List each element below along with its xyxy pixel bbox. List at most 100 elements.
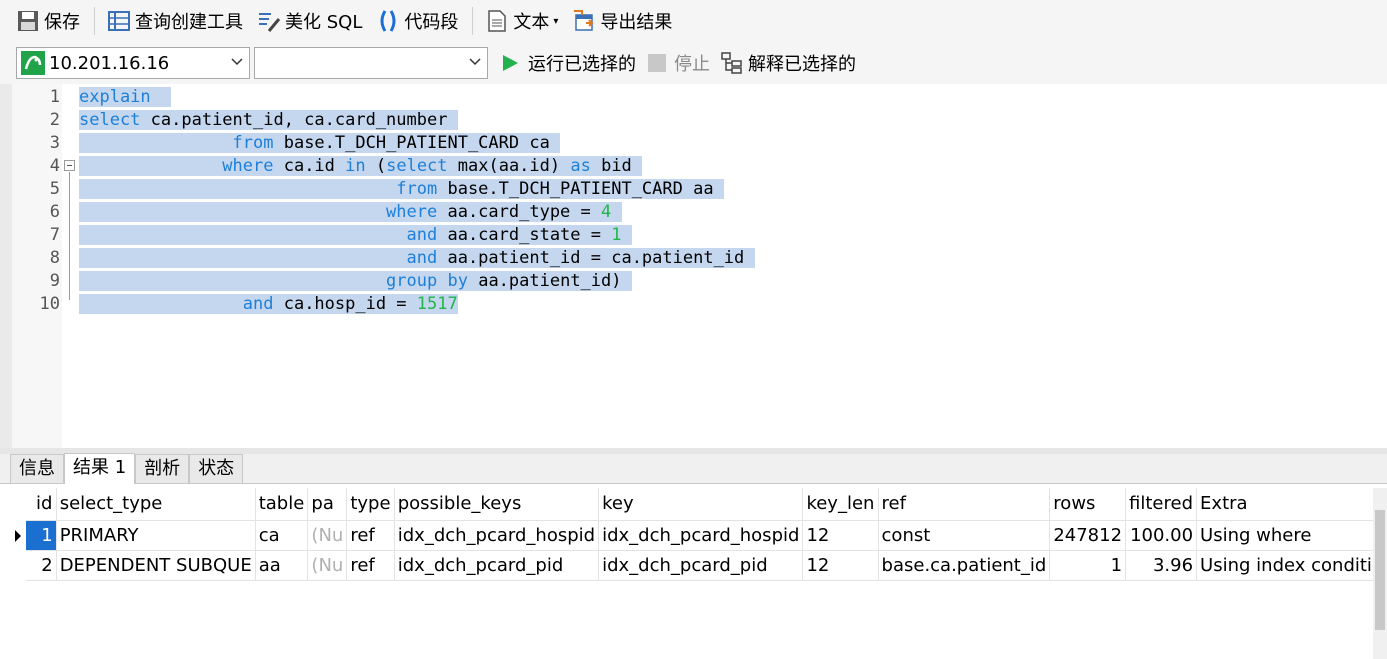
grid-cell[interactable]: const [878, 520, 1051, 551]
sql-keyword: and [242, 294, 274, 314]
grid-cell[interactable]: 12 [802, 550, 879, 581]
column-header[interactable]: type [346, 488, 395, 521]
stop-label: 停止 [674, 54, 710, 75]
tab-result-1[interactable]: 结果 1 [64, 453, 136, 484]
sql-text: max(aa.id) [447, 156, 571, 176]
table-row[interactable]: 2 DEPENDENT SUBQUE aa (Nu ref idx_dch_pc… [9, 550, 1387, 581]
connection-toolbar: 10.201.16.16 运行已选择的 停止 解释已选择的 [0, 42, 1387, 84]
code-line[interactable]: from base.T_DCH_PATIENT_CARD aa [79, 178, 724, 201]
code-line[interactable]: where aa.card_type = 4 [79, 201, 622, 224]
scrollbar-thumb[interactable] [1375, 510, 1385, 630]
export-results-label: 导出结果 [600, 12, 673, 33]
code-snippet-button[interactable]: 代码段 [372, 4, 462, 38]
grid-cell[interactable]: ref [346, 520, 395, 551]
save-icon [16, 9, 40, 33]
export-results-button[interactable]: 导出结果 [568, 4, 676, 38]
selected-text: from base.T_DCH_PATIENT_CARD aa [79, 179, 724, 199]
tab-info[interactable]: 信息 [10, 454, 64, 483]
fold-guide-line [69, 172, 70, 300]
sql-text: aa.card_state = [437, 225, 612, 245]
column-header[interactable]: possible_keys [394, 488, 600, 521]
grid-cell[interactable]: aa [255, 550, 309, 581]
toolbar-separator [94, 7, 95, 35]
code-line[interactable]: explain [79, 86, 172, 109]
magic-wand-icon [257, 9, 281, 33]
code-line[interactable]: and aa.card_state = 1 [79, 224, 632, 247]
run-selected-button[interactable]: 运行已选择的 [500, 47, 636, 79]
column-header[interactable]: table [255, 488, 309, 521]
sql-editor[interactable]: 1 2 3 4 5 6 7 8 9 10 explain select ca.p… [0, 84, 1387, 448]
grid-cell[interactable]: idx_dch_pcard_hospid [598, 520, 804, 551]
save-button[interactable]: 保存 [12, 4, 84, 38]
grid-cell[interactable]: idx_dch_pcard_pid [394, 550, 600, 581]
code-line[interactable]: select ca.patient_id, ca.card_number [79, 109, 458, 132]
tab-profile[interactable]: 剖析 [135, 454, 190, 483]
explain-selected-button[interactable]: 解释已选择的 [720, 47, 856, 79]
grid-cell[interactable]: Using index conditio [1196, 550, 1387, 581]
grid-vertical-scrollbar[interactable] [1373, 488, 1387, 659]
selected-text: from base.T_DCH_PATIENT_CARD ca [79, 133, 561, 153]
stop-button[interactable]: 停止 [648, 47, 710, 79]
column-header[interactable]: ref [878, 488, 1051, 521]
code-line[interactable]: where ca.id in (select max(aa.id) as bid [79, 155, 643, 178]
column-header[interactable]: select_type [56, 488, 256, 521]
selected-text: and ca.hosp_id = 1517 [79, 294, 458, 314]
grid-cell[interactable]: idx_dch_pcard_pid [598, 550, 804, 581]
column-header[interactable]: id [18, 488, 57, 521]
grid-cell[interactable]: 2 [9, 550, 57, 581]
code-line[interactable]: group by aa.patient_id) [79, 270, 632, 293]
query-builder-icon [107, 9, 131, 33]
grid-cell[interactable]: 12 [802, 520, 879, 551]
chevron-down-icon[interactable]: ▾ [553, 16, 558, 27]
connection-select[interactable]: 10.201.16.16 [16, 47, 250, 79]
sql-keyword: select [386, 156, 448, 176]
code-line[interactable]: and aa.patient_id = ca.patient_id [79, 247, 755, 270]
column-header[interactable]: pa [307, 488, 348, 521]
chevron-down-icon[interactable] [231, 56, 243, 68]
text-mode-label: 文本 [513, 12, 550, 33]
grid-cell[interactable]: DEPENDENT SUBQUE [56, 550, 256, 581]
main-toolbar: 保存 查询创建工具 美化 SQL 代码段 文本 ▾ 导出结果 [0, 0, 1387, 42]
beautify-sql-button[interactable]: 美化 SQL [253, 4, 366, 38]
grid-cell[interactable]: PRIMARY [56, 520, 256, 551]
grid-cell[interactable]: ref [346, 550, 395, 581]
grid-cell[interactable]: (Nu [307, 550, 348, 581]
grid-cell[interactable]: base.ca.patient_id [878, 550, 1051, 581]
chevron-down-icon[interactable] [469, 56, 481, 68]
line-number: 9 [49, 271, 60, 291]
grid-cell[interactable]: 100.00 [1125, 520, 1198, 551]
code-line[interactable]: and ca.hosp_id = 1517 [79, 293, 458, 316]
code-line[interactable]: from base.T_DCH_PATIENT_CARD ca [79, 132, 561, 155]
grid-cell[interactable]: 247812 [1049, 520, 1127, 551]
column-header[interactable]: Extra [1196, 488, 1387, 521]
run-selected-label: 运行已选择的 [528, 54, 636, 75]
query-builder-button[interactable]: 查询创建工具 [103, 4, 247, 38]
sql-text: aa.patient_id) [467, 271, 632, 291]
grid-cell[interactable]: (Nu [307, 520, 348, 551]
grid-cell[interactable]: Using where [1196, 520, 1387, 551]
column-header[interactable]: key [598, 488, 804, 521]
column-header[interactable]: filtered [1125, 488, 1198, 521]
selected-text: where aa.card_type = 4 [79, 202, 622, 222]
grid-cell[interactable]: 1 [1049, 550, 1127, 581]
sql-number: 1 [611, 225, 622, 245]
sql-keyword: and [406, 225, 438, 245]
database-select[interactable] [254, 47, 488, 79]
tab-status[interactable]: 状态 [189, 454, 244, 483]
result-grid[interactable]: id select_type table pa type possible_ke… [9, 488, 1387, 659]
table-row[interactable]: 1 PRIMARY ca (Nu ref idx_dch_pcard_hospi… [9, 520, 1387, 551]
parentheses-icon [376, 9, 400, 33]
grid-cell[interactable]: ca [255, 520, 309, 551]
column-header[interactable]: rows [1049, 488, 1127, 521]
grid-cell[interactable]: 3.96 [1125, 550, 1198, 581]
fold-toggle-icon[interactable] [64, 160, 75, 171]
editor-left-margin [0, 84, 12, 448]
grid-cell[interactable]: idx_dch_pcard_hospid [394, 520, 600, 551]
column-header[interactable]: key_len [802, 488, 879, 521]
sql-keyword: where [386, 202, 438, 222]
text-mode-button[interactable]: 文本 ▾ [481, 4, 562, 38]
result-tabs: 信息 结果 1 剖析 状态 [0, 453, 1387, 484]
